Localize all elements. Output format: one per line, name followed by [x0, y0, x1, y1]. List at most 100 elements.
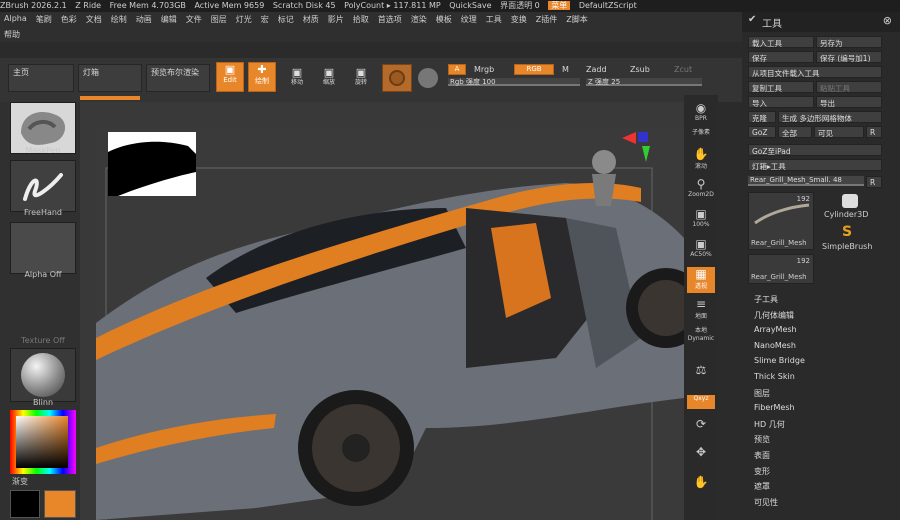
make-polymesh-button[interactable]: 生成 多边形网格物体	[778, 111, 882, 123]
draw-mode-button[interactable]: ✚ 绘制	[248, 62, 276, 92]
close-icon[interactable]: ⊗	[883, 14, 892, 27]
subpalette-item[interactable]: HD 几何	[754, 419, 785, 430]
copy-tool-button[interactable]: 复制工具	[748, 81, 814, 93]
zadd-button[interactable]: Zadd	[582, 63, 618, 75]
move-view-button[interactable]: ✥	[687, 445, 715, 471]
subpalette-item[interactable]: 变形	[754, 466, 770, 477]
save-button[interactable]: 保存	[748, 51, 814, 63]
actual-size-button[interactable]: ▣ 100%	[687, 207, 715, 233]
menu-item[interactable]: Z脚本	[566, 14, 587, 25]
viewport-canvas[interactable]	[96, 128, 684, 520]
floor-grid-button[interactable]: ≡ 地面	[687, 297, 715, 323]
subpalette-item[interactable]: Thick Skin	[754, 372, 795, 381]
color-mode-icon[interactable]	[418, 68, 438, 88]
menu-item[interactable]: 色彩	[61, 14, 77, 25]
menu-item[interactable]: 文件	[186, 14, 202, 25]
menu-item[interactable]: 影片	[328, 14, 344, 25]
subpalette-item[interactable]: 预览	[754, 434, 770, 445]
perspective-button[interactable]: ▦ 透视	[687, 267, 715, 293]
subpalette-item[interactable]: 几何体编辑	[754, 310, 794, 321]
material-swatch[interactable]	[382, 64, 412, 92]
subpalette-item[interactable]: NanoMesh	[754, 341, 796, 350]
default-zscript[interactable]: DefaultZScript	[579, 1, 637, 10]
menu-item[interactable]: 文档	[86, 14, 102, 25]
dynamic-perspective-button[interactable]: Dynamic	[687, 335, 715, 361]
menu-item[interactable]: 帮助	[4, 29, 20, 40]
edit-mode-button[interactable]: ▣ Edit	[216, 62, 244, 92]
color-picker[interactable]	[10, 410, 76, 474]
menu-item[interactable]: 绘制	[111, 14, 127, 25]
ui-transparency-slider[interactable]: 界面透明 0	[500, 1, 540, 10]
stroke-slot[interactable]	[10, 160, 76, 212]
subpixel-button[interactable]: 子像素	[687, 127, 715, 141]
scale-mode-button[interactable]: ▣ 缩放	[316, 66, 342, 90]
menu-item[interactable]: 工具	[486, 14, 502, 25]
save-as-button[interactable]: 另存为	[816, 36, 882, 48]
tool-thumbnail-rear-grill[interactable]: 192 Rear_Grill_Mesh	[748, 192, 814, 250]
z-intensity-slider[interactable]: Z 强度 25	[586, 78, 702, 86]
rgb-button[interactable]: RGB	[514, 64, 554, 75]
menu-item[interactable]: 标记	[278, 14, 294, 25]
import-button[interactable]: 导入	[748, 96, 814, 108]
lock-button[interactable]: ⚖	[687, 363, 715, 389]
menu-item[interactable]: 材质	[303, 14, 319, 25]
subpalette-item[interactable]: 可见性	[754, 497, 778, 508]
tool-thumbnail-simplebrush[interactable]: S SimpleBrush	[818, 224, 880, 254]
lightbox-tools-button[interactable]: 灯箱▸工具	[748, 159, 882, 171]
menu-item[interactable]: 模板	[436, 14, 452, 25]
load-tool-button[interactable]: 载入工具	[748, 36, 814, 48]
zcut-button[interactable]: Zcut	[670, 63, 706, 75]
menu-item[interactable]: 编辑	[161, 14, 177, 25]
goz-visible-button[interactable]: 可见	[814, 126, 864, 138]
menu-toggle-button[interactable]: 菜单	[548, 1, 571, 10]
subpalette-item[interactable]: ArrayMesh	[754, 325, 797, 334]
menu-item[interactable]: 拾取	[353, 14, 369, 25]
clone-button[interactable]: 克隆	[748, 111, 776, 123]
menu-item[interactable]: 笔刷	[36, 14, 52, 25]
rotate-mode-button[interactable]: ▣ 旋转	[348, 66, 374, 90]
preview-boolean-button[interactable]: 预览布尔渲染	[146, 64, 210, 92]
menu-item[interactable]: 图层	[211, 14, 227, 25]
menu-item[interactable]: 变换	[511, 14, 527, 25]
goz-all-button[interactable]: 全部	[778, 126, 812, 138]
zsub-button[interactable]: Zsub	[626, 63, 662, 75]
rgb-intensity-slider[interactable]: Rgb 强度 100	[448, 78, 580, 86]
menu-item[interactable]: 纹理	[461, 14, 477, 25]
m-button[interactable]: M	[558, 63, 574, 75]
goz-ipad-button[interactable]: GoZ至iPad	[748, 144, 882, 156]
menu-item[interactable]: 首选项	[378, 14, 402, 25]
home-page-button[interactable]: 主页	[8, 64, 74, 92]
xyz-rotate-button[interactable]: Qxyz	[687, 395, 715, 409]
goz-button[interactable]: GoZ	[748, 126, 776, 138]
subpalette-item[interactable]: Slime Bridge	[754, 356, 805, 365]
quicksave-button[interactable]: QuickSave	[449, 1, 491, 10]
export-button[interactable]: 导出	[816, 96, 882, 108]
subpalette-item[interactable]: 子工具	[754, 294, 778, 305]
subpalette-item[interactable]: 图层	[754, 388, 770, 399]
current-tool-slider[interactable]: Rear_Grill_Mesh_Small. 48	[748, 176, 864, 186]
main-color-swatch[interactable]	[44, 490, 76, 518]
a-button[interactable]: A	[448, 64, 466, 75]
menu-item[interactable]: 宏	[261, 14, 269, 25]
scale-view-button[interactable]: ✋	[687, 475, 715, 501]
paste-tool-button[interactable]: 粘贴工具	[816, 81, 882, 93]
zoom2d-button[interactable]: ⚲ Zoom2D	[687, 177, 715, 203]
menu-item[interactable]: Alpha	[4, 14, 27, 25]
scroll-button[interactable]: ✋ 滚动	[687, 147, 715, 173]
current-tool-r-button[interactable]: R	[866, 176, 882, 188]
move-mode-button[interactable]: ▣ 移动	[284, 66, 310, 90]
subpalette-item[interactable]: 表面	[754, 450, 770, 461]
lightbox-button[interactable]: 灯箱	[78, 64, 142, 92]
mrgb-button[interactable]: Mrgb	[470, 63, 510, 75]
secondary-color-swatch[interactable]	[10, 490, 40, 518]
material-slot[interactable]	[10, 348, 76, 402]
menu-item[interactable]: 灯光	[236, 14, 252, 25]
color-square[interactable]	[16, 416, 68, 468]
subpalette-item[interactable]: FiberMesh	[754, 403, 795, 412]
menu-item[interactable]: 动画	[136, 14, 152, 25]
goz-r-button[interactable]: R	[866, 126, 882, 138]
load-from-project-button[interactable]: 从项目文件载入工具	[748, 66, 882, 78]
rotate-view-button[interactable]: ⟳	[687, 417, 715, 443]
tool-thumbnail-cylinder[interactable]: Cylinder3D	[818, 192, 880, 224]
subpalette-item[interactable]: 遮罩	[754, 481, 770, 492]
